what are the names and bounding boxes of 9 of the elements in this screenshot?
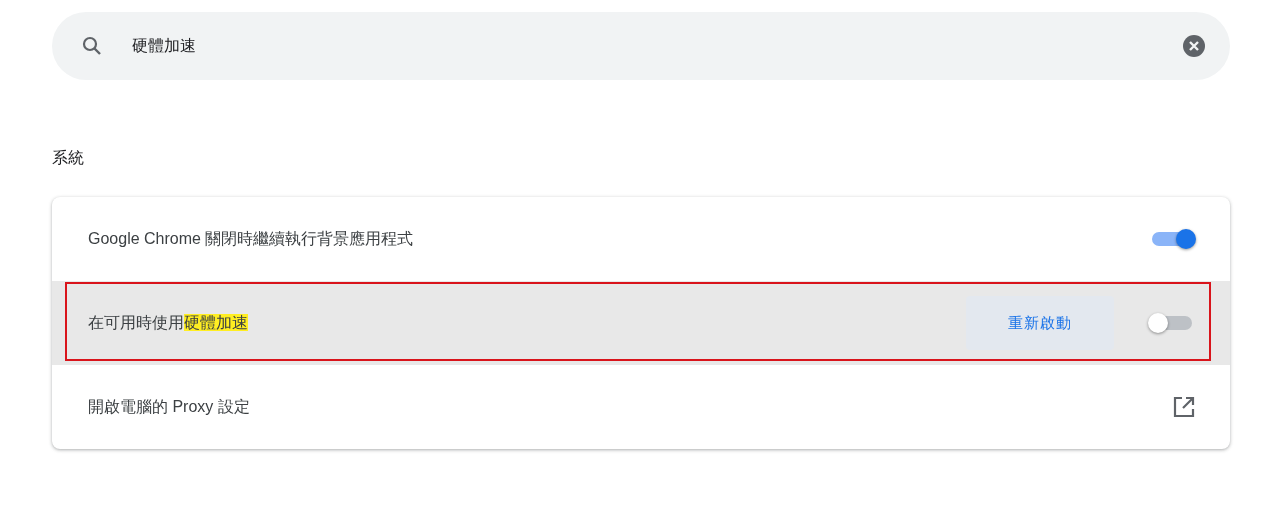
clear-icon[interactable]	[1182, 34, 1206, 58]
external-link-icon[interactable]	[1172, 395, 1196, 419]
setting-label: Google Chrome 關閉時繼續執行背景應用程式	[88, 228, 415, 249]
setting-label: 在可用時使用硬體加速	[88, 312, 249, 333]
setting-label: 開啟電腦的 Proxy 設定	[88, 396, 251, 417]
search-field[interactable]: 硬體加速	[52, 12, 1230, 80]
section-title: 系統	[52, 149, 84, 166]
search-input[interactable]: 硬體加速	[130, 30, 1182, 62]
restart-button[interactable]: 重新啟動	[966, 296, 1114, 350]
